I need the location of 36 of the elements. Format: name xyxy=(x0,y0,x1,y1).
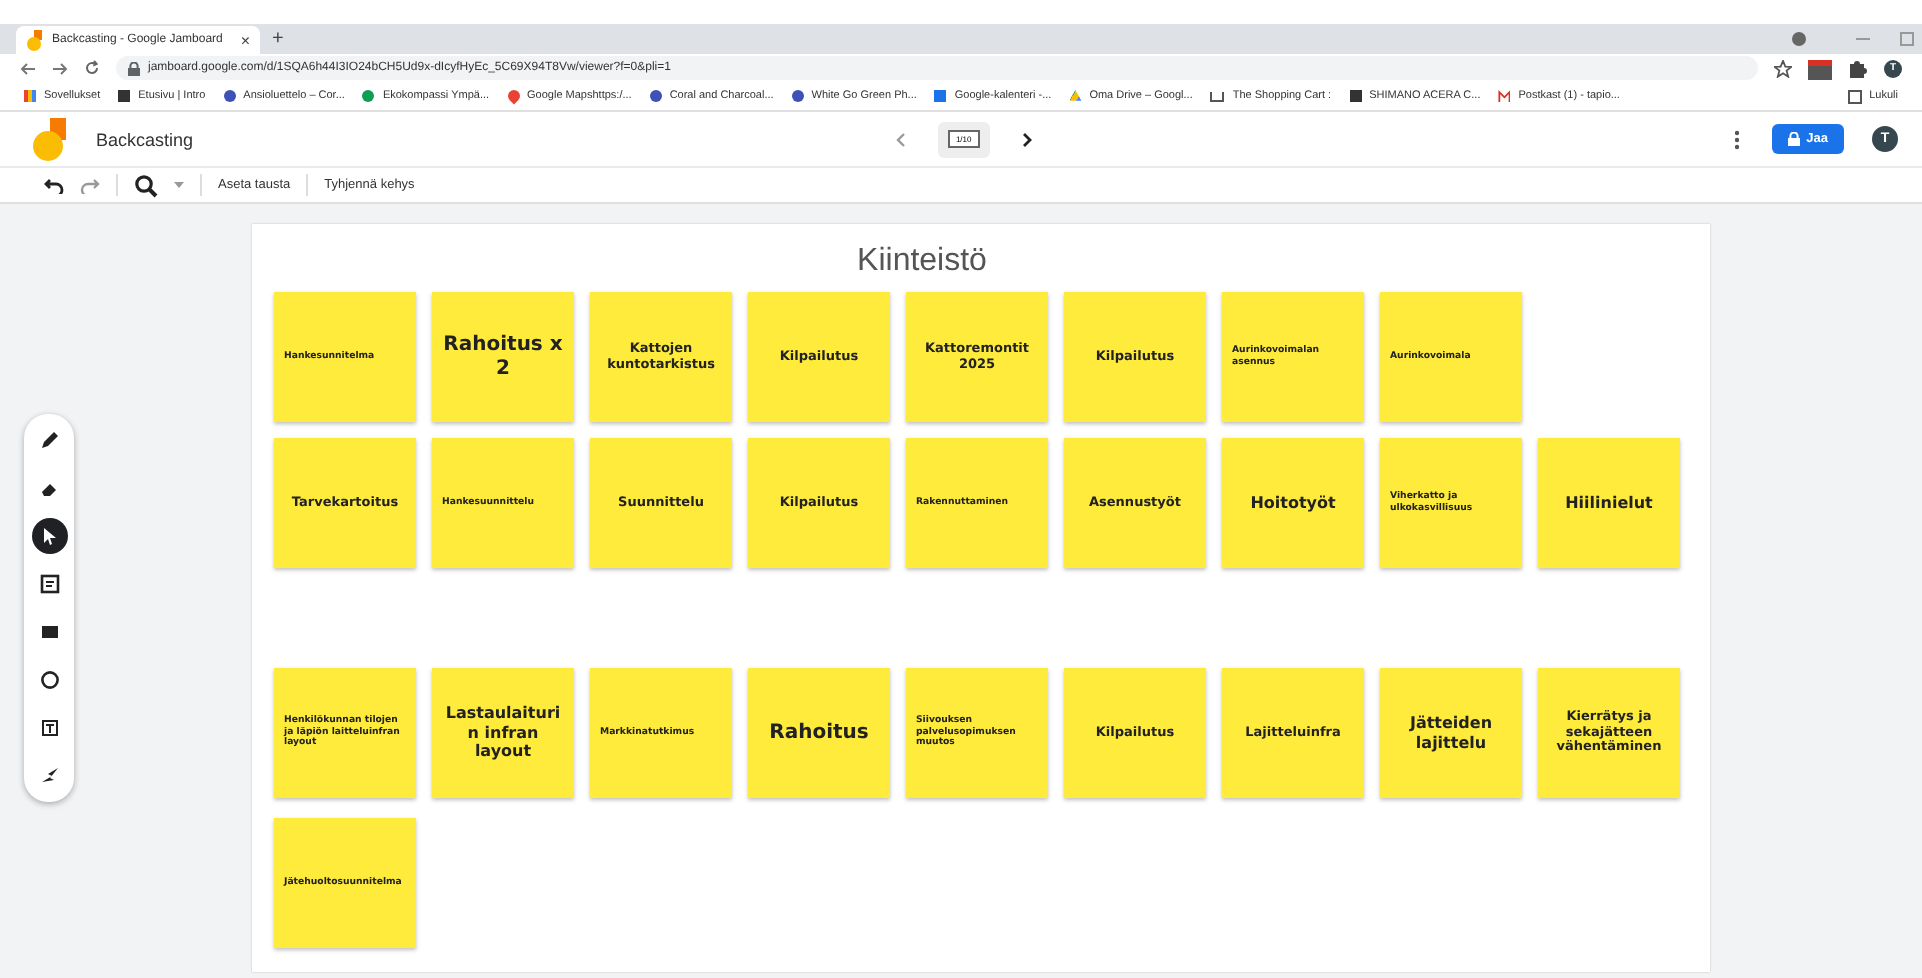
star-icon[interactable] xyxy=(1774,59,1792,77)
eraser-icon xyxy=(39,478,59,498)
lock-icon xyxy=(128,61,140,75)
caret-icon[interactable] xyxy=(174,182,184,188)
back-icon[interactable] xyxy=(20,61,36,75)
frame-title: Kiinteistö xyxy=(855,242,989,282)
calendar-extension-icon[interactable] xyxy=(1808,57,1832,79)
text-box-icon xyxy=(39,718,59,738)
sticky-note[interactable]: Rahoitus xyxy=(748,668,890,798)
lock-icon xyxy=(1788,132,1801,146)
sticky-note[interactable]: Jätteiden lajittelu xyxy=(1380,668,1522,798)
redo-icon[interactable] xyxy=(80,177,100,193)
sticky-note-icon xyxy=(39,574,59,594)
more-menu-icon[interactable] xyxy=(1734,129,1741,149)
circle-icon xyxy=(39,670,59,690)
reload-icon[interactable] xyxy=(84,60,100,76)
previous-frame-icon[interactable] xyxy=(895,131,906,147)
undo-icon[interactable] xyxy=(44,177,64,193)
jamboard-logo-icon xyxy=(32,117,68,161)
pen-icon xyxy=(39,430,59,450)
new-tab-button[interactable]: + xyxy=(272,28,284,50)
pointer-icon xyxy=(39,526,59,546)
close-tab-button[interactable]: × xyxy=(240,31,250,49)
jamboard-logo-icon xyxy=(26,29,44,51)
forward-icon[interactable] xyxy=(52,61,68,75)
sticky-note[interactable]: Rahoitus x 2 xyxy=(432,292,574,422)
sticky-note[interactable]: Hiilinielut xyxy=(1538,438,1680,568)
next-frame-icon[interactable] xyxy=(1021,131,1032,147)
profile-circle-icon[interactable] xyxy=(1792,32,1806,46)
tool-button[interactable] xyxy=(31,518,67,554)
zoom-icon[interactable] xyxy=(134,173,158,197)
sticky-note[interactable]: Hoitotyöt xyxy=(1222,438,1364,568)
sticky-note[interactable]: Lastaulaiturin infran layout xyxy=(432,668,574,798)
image-icon xyxy=(39,622,59,642)
document-title[interactable]: Backcasting xyxy=(96,129,194,149)
puzzle-icon[interactable] xyxy=(1848,58,1868,78)
